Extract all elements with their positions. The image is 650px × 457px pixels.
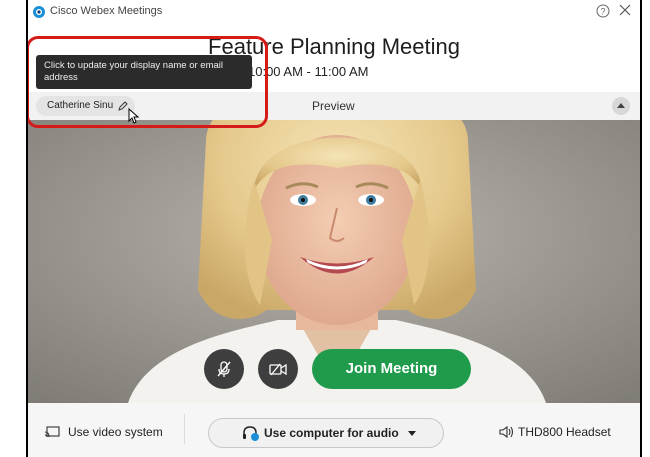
speaker-device-button[interactable]: THD800 Headset <box>498 425 611 439</box>
preview-label: Preview <box>312 99 355 113</box>
webex-logo-icon <box>33 6 45 18</box>
chevron-down-icon <box>408 431 416 436</box>
microphone-muted-icon <box>217 361 231 377</box>
webex-preview-window: Cisco Webex Meetings ? Feature Planning … <box>26 0 642 457</box>
speaker-icon <box>499 425 514 439</box>
app-title: Cisco Webex Meetings <box>50 5 163 17</box>
close-icon[interactable] <box>618 3 632 17</box>
audio-option-label: Use computer for audio <box>264 426 399 440</box>
join-meeting-button[interactable]: Join Meeting <box>312 349 471 389</box>
bottom-divider <box>184 414 185 444</box>
use-video-system-label: Use video system <box>68 425 163 439</box>
title-bar: Cisco Webex Meetings ? <box>28 0 640 24</box>
use-video-system-button[interactable]: Use video system <box>44 425 163 439</box>
audio-option-dropdown[interactable]: Use computer for audio <box>208 418 444 448</box>
camera-button[interactable] <box>258 349 298 389</box>
video-camera-off-icon <box>269 363 287 376</box>
headset-icon <box>243 426 259 441</box>
speaker-device-label: THD800 Headset <box>518 425 611 439</box>
collapse-up-icon <box>617 103 625 108</box>
annotation-highlight <box>28 36 268 128</box>
help-icon[interactable]: ? <box>596 4 610 18</box>
collapse-preview-button[interactable] <box>612 97 630 115</box>
screen-cast-icon <box>44 426 60 438</box>
svg-text:?: ? <box>600 7 605 17</box>
mouse-cursor-icon <box>128 108 140 124</box>
mute-button[interactable] <box>204 349 244 389</box>
